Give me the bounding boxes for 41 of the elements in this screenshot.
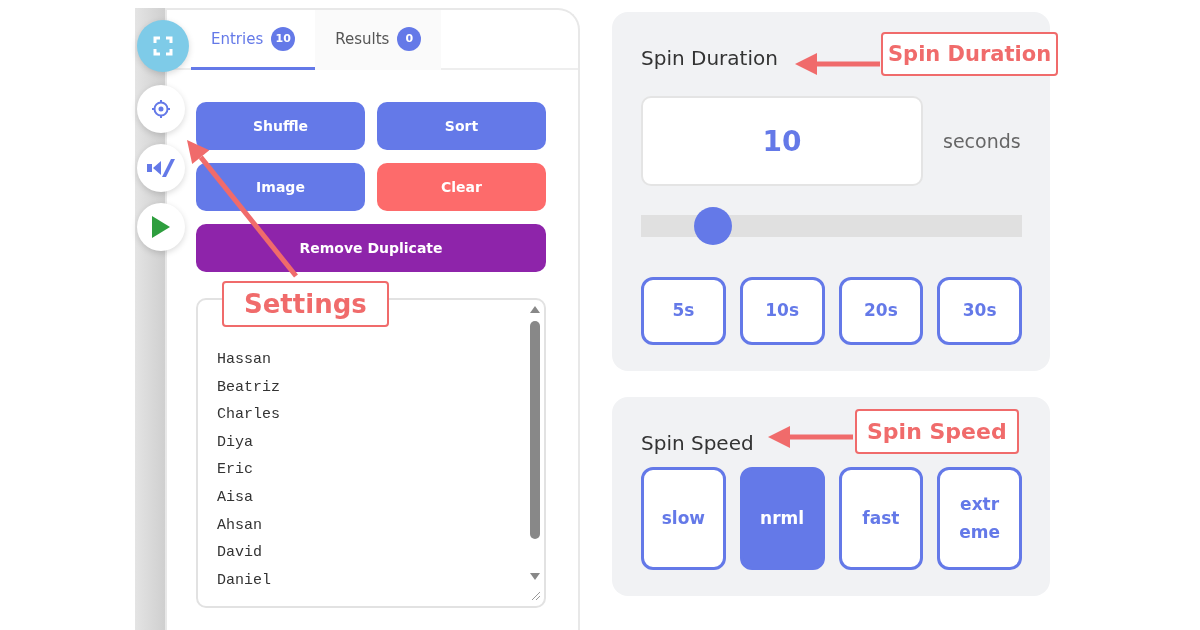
section-title: Spin Duration: [641, 46, 778, 72]
count-badge: 0: [397, 26, 422, 51]
preset-button[interactable]: 5s: [641, 277, 726, 345]
preset-button[interactable]: 10s: [739, 277, 825, 345]
speed-button[interactable]: nrml: [739, 467, 825, 570]
entry-line: Hassan: [217, 350, 272, 369]
tab[interactable]: Results 0: [315, 10, 442, 70]
section-title: Spin Speed: [641, 431, 754, 457]
count-badge: 10: [271, 26, 296, 51]
scrollbar-thumb[interactable]: [530, 321, 540, 539]
entry-line: Charles: [217, 405, 281, 425]
preset-button[interactable]: 20s: [838, 277, 924, 345]
entry-line: Diya: [217, 432, 254, 452]
speed-button[interactable]: slow: [641, 467, 726, 570]
callout-label: Settings: [222, 281, 389, 327]
callout-label: Spin Speed: [855, 409, 1019, 454]
action-button[interactable]: Shuffle: [196, 102, 365, 150]
scroll-up-icon: [530, 306, 540, 313]
slider-thumb[interactable]: [694, 207, 733, 245]
entry-line: Beatriz: [217, 377, 281, 397]
settings-icon: [151, 99, 171, 119]
code-icon: [147, 159, 175, 177]
preset-button[interactable]: 30s: [937, 277, 1022, 345]
action-button[interactable]: Image: [196, 163, 365, 211]
entry-line: David: [217, 543, 263, 563]
fullscreen-icon: [153, 36, 173, 56]
action-button[interactable]: Remove Duplicate: [196, 224, 546, 272]
speed-button[interactable]: fast: [838, 467, 924, 570]
clear-button[interactable]: Clear: [377, 163, 546, 211]
scroll-down-icon: [530, 573, 540, 580]
play-icon: [152, 216, 170, 238]
speed-button[interactable]: extr eme: [937, 467, 1022, 570]
action-button[interactable]: Sort: [377, 102, 546, 150]
resize-grip-icon[interactable]: [530, 590, 540, 600]
entry-line: Ahsan: [217, 515, 263, 535]
entry-line: Eric: [217, 460, 254, 480]
callout-label: Spin Duration: [881, 32, 1059, 76]
duration-input[interactable]: 10: [641, 96, 923, 186]
entry-line: Aisa: [217, 487, 254, 507]
unit-label: seconds: [943, 130, 1021, 152]
entry-line: Daniel: [217, 570, 272, 590]
